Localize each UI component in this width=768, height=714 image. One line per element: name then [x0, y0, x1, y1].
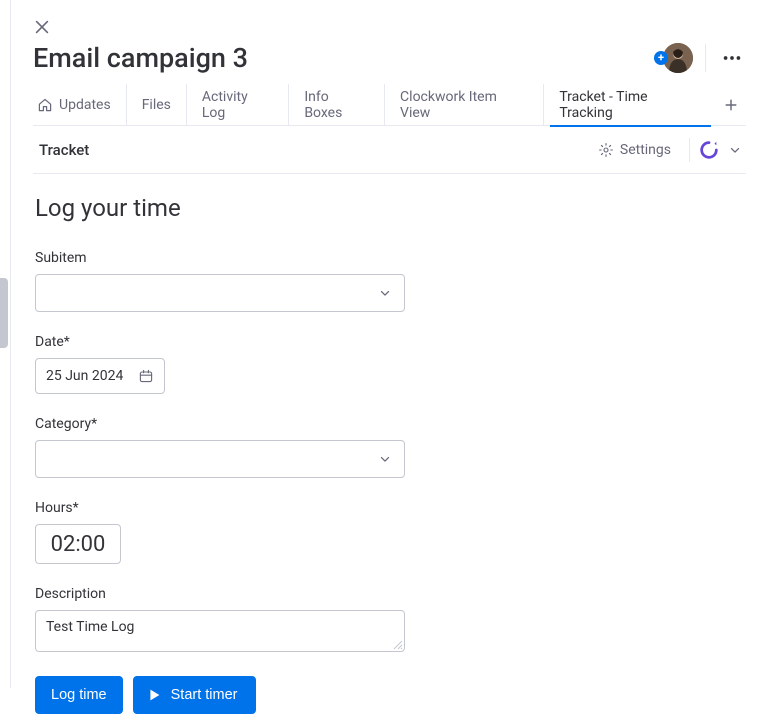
tab-updates[interactable]: Updates	[33, 84, 127, 126]
date-input[interactable]: 25 Jun 2024	[35, 358, 165, 394]
tab-label: Info Boxes	[304, 89, 369, 121]
calendar-icon	[138, 368, 154, 384]
form-heading: Log your time	[35, 194, 427, 222]
date-label: Date*	[35, 334, 427, 350]
tab-label: Tracket - Time Tracking	[559, 89, 701, 121]
add-tab-button[interactable]	[717, 84, 746, 126]
tab-info-boxes[interactable]: Info Boxes	[289, 84, 385, 126]
app-name: Tracket	[33, 141, 89, 159]
chevron-down-icon	[728, 143, 742, 157]
log-time-form: Log your time Subitem Date* 25 Jun 2024 …	[33, 174, 433, 714]
button-label: Log time	[51, 687, 107, 703]
assignees[interactable]: +	[663, 43, 693, 73]
category-select[interactable]	[35, 440, 405, 478]
tab-files[interactable]: Files	[127, 84, 187, 126]
play-icon	[145, 686, 163, 704]
tab-label: Updates	[59, 97, 111, 113]
window-drag-handle[interactable]	[0, 278, 8, 348]
close-icon	[33, 18, 51, 36]
more-icon	[721, 47, 743, 69]
divider	[689, 138, 690, 162]
description-value: Test Time Log	[46, 619, 134, 635]
description-textarea[interactable]: Test Time Log	[35, 610, 405, 652]
hours-value: 02:00	[51, 532, 106, 557]
tab-clockwork[interactable]: Clockwork Item View	[385, 84, 544, 126]
subitem-select[interactable]	[35, 274, 405, 312]
description-label: Description	[35, 586, 427, 602]
tab-activity-log[interactable]: Activity Log	[187, 84, 289, 126]
tab-label: Files	[142, 97, 171, 113]
hours-label: Hours*	[35, 500, 427, 516]
gear-icon	[598, 142, 614, 158]
plus-icon	[723, 97, 739, 113]
start-timer-button[interactable]: Start timer	[133, 676, 256, 714]
category-label: Category*	[35, 416, 427, 432]
close-button[interactable]	[33, 18, 51, 36]
add-assignee-icon: +	[654, 51, 668, 65]
button-label: Start timer	[171, 687, 238, 703]
log-time-button[interactable]: Log time	[35, 676, 123, 714]
hours-input[interactable]: 02:00	[35, 524, 121, 564]
settings-label: Settings	[620, 142, 671, 158]
tab-tracket[interactable]: Tracket - Time Tracking	[544, 84, 716, 126]
tab-label: Activity Log	[202, 89, 273, 121]
date-value: 25 Jun 2024	[46, 368, 123, 384]
home-icon	[37, 97, 53, 113]
subitem-label: Subitem	[35, 250, 427, 266]
chevron-down-icon	[378, 452, 392, 466]
tracket-logo-icon	[698, 139, 720, 161]
page-title: Email campaign 3	[33, 42, 248, 74]
app-menu-button[interactable]	[698, 139, 746, 161]
divider	[705, 44, 706, 72]
chevron-down-icon	[378, 286, 392, 300]
tabs: Updates Files Activity Log Info Boxes Cl…	[33, 84, 746, 126]
settings-button[interactable]: Settings	[588, 142, 681, 158]
tab-label: Clockwork Item View	[400, 89, 528, 121]
sub-toolbar: Tracket Settings	[33, 126, 746, 174]
more-menu-button[interactable]	[718, 44, 746, 72]
